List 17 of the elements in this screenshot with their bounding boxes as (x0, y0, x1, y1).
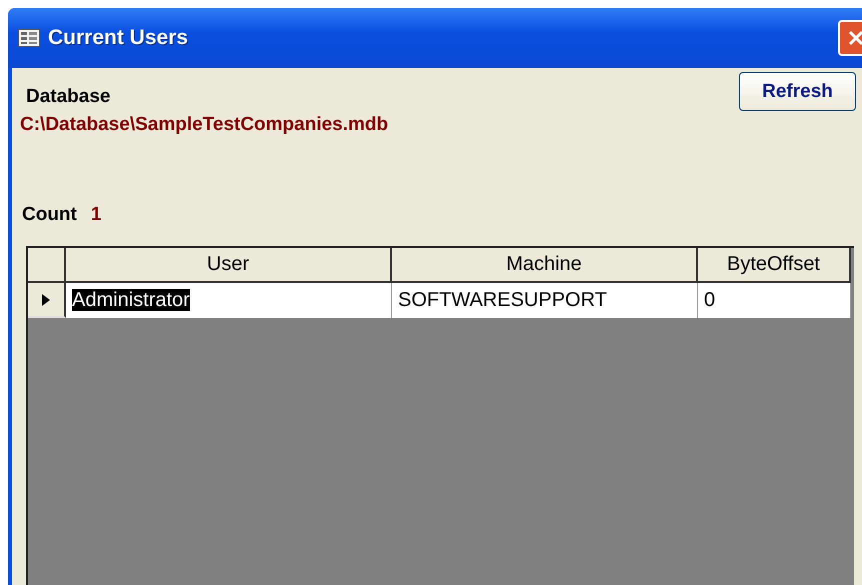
table-cell: SOFTWARESUPPORT (398, 289, 607, 311)
close-icon (847, 29, 862, 47)
current-record-icon (41, 292, 51, 306)
corner-header (28, 248, 66, 283)
column-header[interactable]: ByteOffset (698, 248, 851, 283)
database-label: Database (25, 86, 112, 108)
table-cell: Administrator (72, 289, 190, 311)
window-title: Current Users (48, 26, 188, 50)
count-value: 1 (90, 204, 102, 226)
record-selector[interactable] (28, 283, 66, 318)
refresh-button[interactable]: Refresh (739, 72, 856, 111)
count-label: Count (22, 204, 77, 226)
database-path: C:\Database\SampleTestCompanies.mdb (20, 114, 388, 136)
form-icon (18, 29, 40, 47)
column-header[interactable]: User (66, 248, 392, 283)
table-cell: 0 (704, 289, 716, 311)
column-header[interactable]: Machine (392, 248, 698, 283)
